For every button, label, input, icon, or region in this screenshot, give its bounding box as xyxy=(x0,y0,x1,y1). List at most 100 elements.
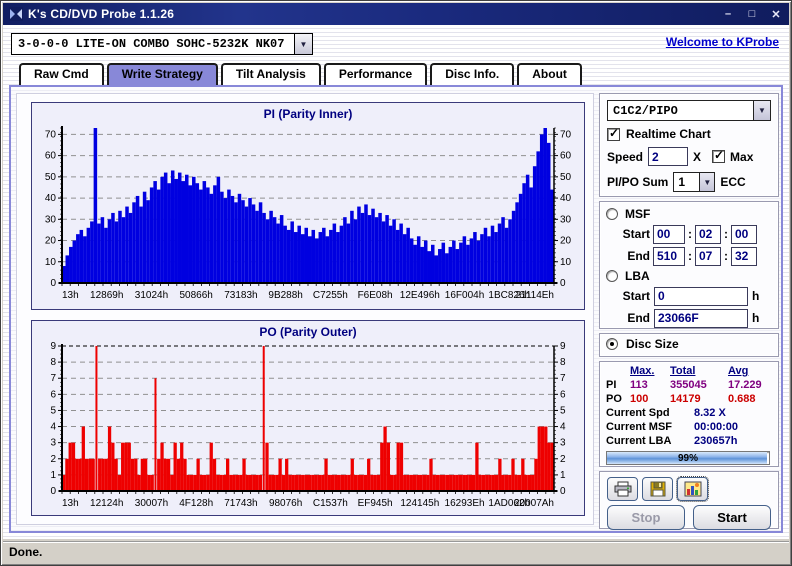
tab-write-strategy[interactable]: Write Strategy xyxy=(106,63,218,85)
print-button[interactable] xyxy=(607,477,638,501)
svg-text:4F128h: 4F128h xyxy=(179,498,213,509)
maximize-button[interactable]: □ xyxy=(745,8,759,21)
msf-start-frame[interactable] xyxy=(731,224,757,244)
drive-selector[interactable]: 3-0-0-0 LITE-ON COMBO SOHC-5232K NK07 ▼ xyxy=(11,33,313,55)
colon-separator: : xyxy=(724,227,728,241)
ecc-label: ECC xyxy=(720,175,746,189)
svg-text:0: 0 xyxy=(560,278,566,289)
scan-settings-group: C1C2/PIPO ▼ Realtime Chart Speed X Max P… xyxy=(599,93,779,197)
svg-text:9: 9 xyxy=(560,341,566,352)
disc-size-radio[interactable] xyxy=(606,338,618,350)
write-strategy-panel: PI (Parity Inner) 0 0 10 10 20 20 30 30 40 40 50 50… xyxy=(9,85,783,533)
drive-selector-value: 3-0-0-0 LITE-ON COMBO SOHC-5232K NK07 xyxy=(18,37,285,51)
max-speed-checkbox[interactable] xyxy=(712,148,726,163)
progress-percent: 99% xyxy=(677,453,698,464)
tab-performance[interactable]: Performance xyxy=(323,63,428,85)
colon-separator: : xyxy=(724,249,728,263)
stats-header-total: Total xyxy=(670,365,696,377)
msf-radio[interactable] xyxy=(606,208,618,220)
charts-area: PI (Parity Inner) 0 0 10 10 20 20 30 30 40 40 50 50… xyxy=(16,93,594,525)
po-chart-title: PO (Parity Outer) xyxy=(259,325,357,339)
chart-image-icon xyxy=(684,481,701,497)
lba-start-input[interactable] xyxy=(654,286,748,306)
svg-text:60: 60 xyxy=(45,151,57,162)
lba-end-input[interactable] xyxy=(654,308,748,328)
tab-bar: Raw Cmd Write Strategy Tilt Analysis Per… xyxy=(19,63,585,85)
svg-text:13h: 13h xyxy=(62,498,79,509)
svg-text:20: 20 xyxy=(560,236,572,247)
speed-input[interactable] xyxy=(648,147,689,166)
hex-suffix: h xyxy=(752,289,760,303)
po-max-value: 100 xyxy=(630,393,649,405)
msf-end-sec[interactable] xyxy=(695,246,721,266)
mode-selector-value: C1C2/PIPO xyxy=(613,103,678,118)
pipo-sum-value: 1 xyxy=(678,175,686,189)
colon-separator: : xyxy=(688,249,692,263)
po-avg-value: 0.688 xyxy=(728,393,756,405)
chevron-down-icon[interactable]: ▼ xyxy=(753,101,770,120)
disc-size-group: Disc Size xyxy=(599,333,779,357)
app-window: K's CD/DVD Probe 1.1.26 – □ ✕ 3-0-0-0 LI… xyxy=(0,0,792,566)
svg-text:12869h: 12869h xyxy=(90,290,123,301)
stop-button[interactable]: Stop xyxy=(607,505,685,530)
pi-chart-title: PI (Parity Inner) xyxy=(263,107,353,121)
chevron-down-icon[interactable]: ▼ xyxy=(699,173,715,191)
export-chart-button[interactable] xyxy=(676,476,709,502)
start-button[interactable]: Start xyxy=(693,505,771,530)
svg-text:50: 50 xyxy=(45,172,57,183)
current-msf-value: 00:00:00 xyxy=(694,421,739,433)
svg-text:71743h: 71743h xyxy=(224,498,257,509)
msf-end-frame[interactable] xyxy=(731,246,757,266)
tab-tilt-analysis[interactable]: Tilt Analysis xyxy=(220,63,321,85)
mode-selector[interactable]: C1C2/PIPO ▼ xyxy=(607,100,771,121)
chevron-down-icon[interactable]: ▼ xyxy=(294,34,312,54)
realtime-chart-checkbox[interactable] xyxy=(607,126,620,141)
welcome-link[interactable]: Welcome to KProbe xyxy=(666,35,779,49)
range-group: MSF Start : : End : : xyxy=(599,201,779,329)
svg-text:3: 3 xyxy=(560,438,566,449)
svg-text:0: 0 xyxy=(50,486,56,497)
pipo-sum-selector[interactable]: 1 ▼ xyxy=(673,172,716,192)
svg-text:4: 4 xyxy=(50,422,56,433)
svg-text:124145h: 124145h xyxy=(400,498,439,509)
tab-disc-info[interactable]: Disc Info. xyxy=(430,63,515,85)
svg-text:9B288h: 9B288h xyxy=(268,290,302,301)
pi-total-value: 355045 xyxy=(670,379,707,391)
current-speed-label: Current Spd xyxy=(606,407,670,419)
save-button[interactable] xyxy=(642,477,673,501)
stats-header-avg: Avg xyxy=(728,365,749,377)
tab-raw-cmd[interactable]: Raw Cmd xyxy=(19,63,104,85)
msf-start-min[interactable] xyxy=(653,224,685,244)
actions-group: Stop Start xyxy=(599,471,779,530)
close-button[interactable]: ✕ xyxy=(769,8,783,21)
svg-text:21114Eh: 21114Eh xyxy=(515,290,554,301)
tab-about[interactable]: About xyxy=(517,63,582,85)
stats-row-pi: PI 113 355045 17.229 xyxy=(606,379,772,391)
svg-text:16F004h: 16F004h xyxy=(445,290,484,301)
svg-text:C1537h: C1537h xyxy=(313,498,348,509)
minimize-button[interactable]: – xyxy=(721,8,735,21)
svg-text:40: 40 xyxy=(560,193,572,204)
svg-text:70: 70 xyxy=(45,129,57,140)
svg-text:C7255h: C7255h xyxy=(313,290,348,301)
lba-end-label: End xyxy=(627,311,650,325)
svg-text:50: 50 xyxy=(560,172,572,183)
msf-end-min[interactable] xyxy=(653,246,685,266)
svg-text:10: 10 xyxy=(45,257,57,268)
po-row-label: PO xyxy=(606,393,622,405)
svg-text:2: 2 xyxy=(50,454,56,465)
msf-start-sec[interactable] xyxy=(695,224,721,244)
svg-text:40: 40 xyxy=(45,193,57,204)
speed-unit-label: X xyxy=(693,149,702,164)
po-total-value: 14179 xyxy=(670,393,701,405)
lba-label: LBA xyxy=(625,269,650,283)
svg-text:12E496h: 12E496h xyxy=(400,290,440,301)
po-chart: PO (Parity Outer) 0 0 1 1 2 2 3 3 4 4 5 5 6 6 7 7 8 8 9 9 13… xyxy=(31,320,585,516)
lba-radio[interactable] xyxy=(606,270,618,282)
svg-text:12124h: 12124h xyxy=(90,498,123,509)
msf-start-label: Start xyxy=(622,227,650,241)
pi-chart-plot: 0 0 10 10 20 20 30 30 40 40 50 50 60 60 70 70 13h 12869h 3… xyxy=(45,126,572,301)
svg-text:10: 10 xyxy=(560,257,572,268)
stats-group: Max. Total Avg PI 113 355045 17.229 PO 1… xyxy=(599,361,779,467)
svg-text:1: 1 xyxy=(50,470,56,481)
